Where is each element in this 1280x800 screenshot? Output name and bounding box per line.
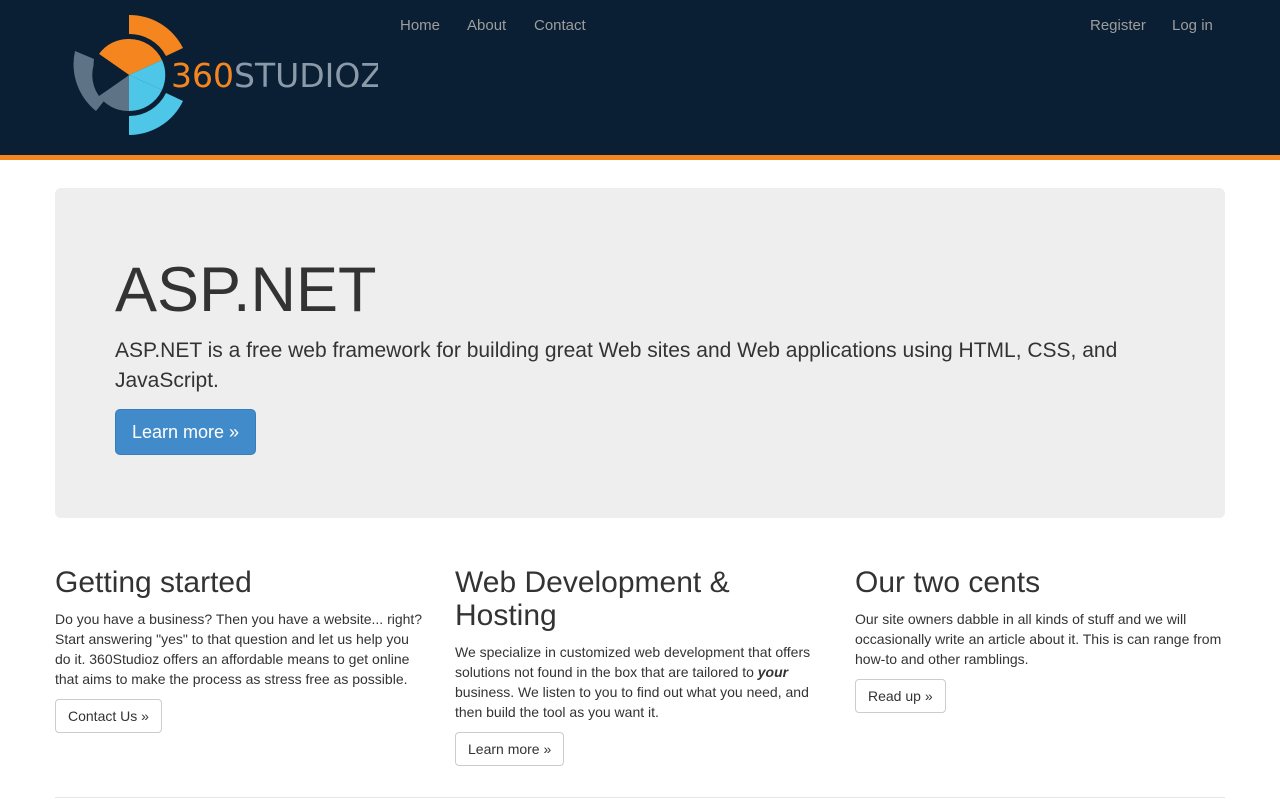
nav-about-link[interactable]: About <box>467 17 506 34</box>
nav-contact-link[interactable]: Contact <box>534 17 586 34</box>
brand-logo[interactable]: 360STUDIOZ <box>68 14 378 136</box>
jumbotron-title: ASP.NET <box>115 255 377 325</box>
navbar-accent-stripe <box>0 155 1280 160</box>
jumbotron: ASP.NET ASP.NET is a free web framework … <box>55 188 1225 518</box>
column-getting-started: Getting started Do you have a business? … <box>55 566 425 733</box>
column-heading: Web Development & Hosting <box>455 566 730 632</box>
navbar: 360STUDIOZ Home About Contact Register L… <box>0 0 1280 155</box>
column-body: Do you have a business? Then you have a … <box>55 611 423 687</box>
nav-home-link[interactable]: Home <box>400 17 440 34</box>
column-body-emphasis: your <box>757 664 789 680</box>
contact-us-button[interactable]: Contact Us » <box>55 699 162 733</box>
column-web-development: Web Development & Hosting We specialize … <box>455 566 825 766</box>
nav-register-link[interactable]: Register <box>1090 17 1146 34</box>
column-heading: Getting started <box>55 566 252 599</box>
learn-more-button[interactable]: Learn more » <box>455 732 565 766</box>
jumbotron-lead: ASP.NET is a free web framework for buil… <box>115 339 1118 392</box>
column-body: We specialize in customized web developm… <box>455 642 825 722</box>
column-body-text: business. We listen to you to find out w… <box>455 684 809 720</box>
logo-mark-icon: 360STUDIOZ <box>73 14 378 135</box>
nav-login-link[interactable]: Log in <box>1172 17 1213 34</box>
column-two-cents: Our two cents Our site owners dabble in … <box>855 566 1225 713</box>
column-body: Our site owners dabble in all kinds of s… <box>855 611 1222 667</box>
learn-more-primary-button[interactable]: Learn more » <box>115 409 256 455</box>
logo-wordmark: 360STUDIOZ <box>171 56 378 95</box>
logo-text-main: STUDIOZ <box>234 56 378 95</box>
footer-divider <box>55 797 1225 798</box>
column-heading: Our two cents <box>855 566 1041 599</box>
logo-text-accent: 360 <box>171 56 234 95</box>
read-up-button[interactable]: Read up » <box>855 679 946 713</box>
